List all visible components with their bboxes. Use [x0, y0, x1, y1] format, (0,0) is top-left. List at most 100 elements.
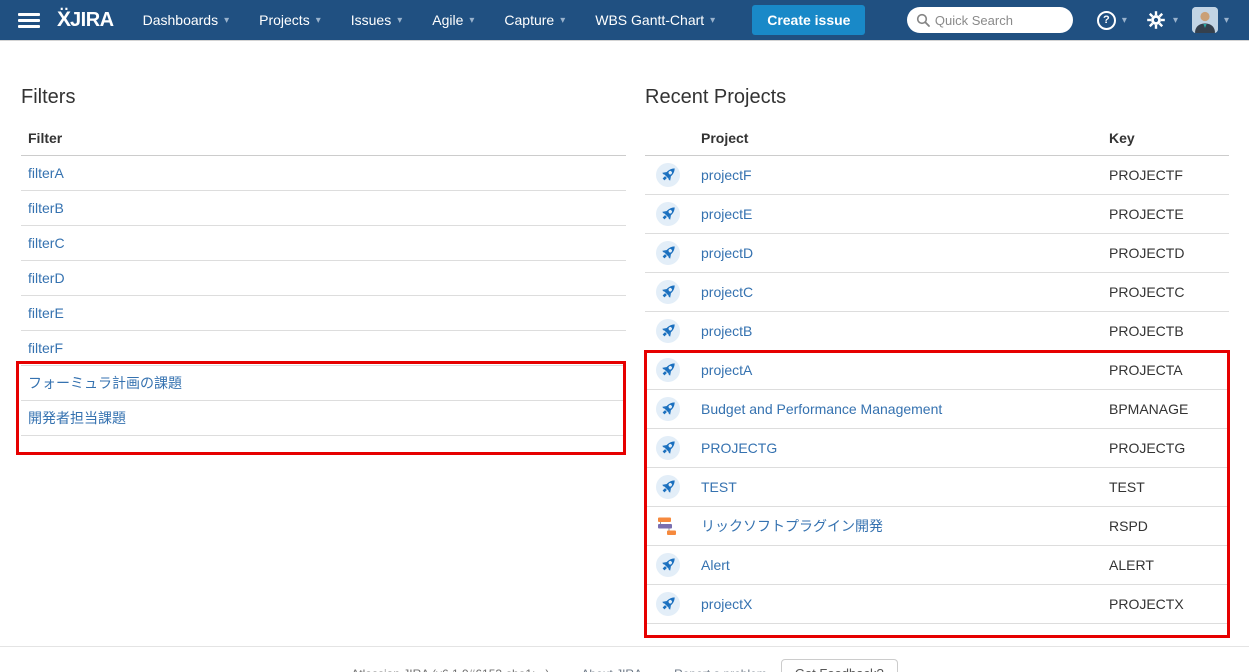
search-icon — [916, 13, 930, 27]
table-row: Budget and Performance Management BPMANA… — [645, 389, 1229, 429]
recent-projects-title: Recent Projects — [645, 86, 787, 108]
table-row: projectF PROJECTF — [645, 155, 1229, 195]
table-row: projectX PROJECTX — [645, 584, 1229, 624]
project-avatar-rocket-icon — [656, 436, 680, 460]
table-row: projectD PROJECTD — [645, 233, 1229, 273]
footer-separator: · — [563, 667, 567, 672]
filter-link[interactable]: filterA — [28, 165, 64, 181]
filter-link[interactable]: filterF — [28, 340, 63, 356]
chevron-down-icon: ▾ — [1121, 14, 1127, 26]
create-issue-button[interactable]: Create issue — [752, 5, 866, 35]
project-link[interactable]: projectD — [701, 245, 753, 261]
chevron-down-icon: ▾ — [1223, 14, 1229, 26]
table-row: PROJECTG PROJECTG — [645, 428, 1229, 468]
project-key: BPMANAGE — [1109, 389, 1229, 429]
menu-dashboards[interactable]: Dashboards ▾ — [128, 0, 245, 40]
chevron-down-icon: ▾ — [397, 14, 403, 26]
filters-column-header: Filter — [21, 126, 626, 156]
project-link[interactable]: projectB — [701, 323, 752, 339]
chevron-down-icon: ▾ — [1172, 14, 1178, 26]
filter-link[interactable]: filterD — [28, 270, 65, 286]
help-icon: ? — [1096, 10, 1116, 30]
project-link[interactable]: projectX — [701, 596, 752, 612]
chevron-down-icon: ▾ — [469, 14, 475, 26]
filters-table: Filter filterA filterB filterC filterD f… — [21, 126, 626, 436]
table-row: filterA — [21, 155, 626, 191]
project-link[interactable]: リックソフトプラグイン開発 — [701, 518, 883, 534]
jira-logo[interactable]: Ẍ JIRA — [57, 8, 114, 32]
project-avatar-rocket-icon — [656, 592, 680, 616]
project-key: ALERT — [1109, 545, 1229, 585]
jira-dashboard-page: Ẍ JIRA Dashboards ▾ Projects ▾ Issues ▾ … — [0, 0, 1249, 672]
menu-projects[interactable]: Projects ▾ — [244, 0, 336, 40]
recent-projects-table: Project Key projectF PROJECTF projectE P… — [645, 126, 1229, 624]
table-row: projectE PROJECTE — [645, 194, 1229, 234]
quick-search-input[interactable] — [906, 7, 1073, 33]
filters-title: Filters — [21, 86, 76, 108]
menu-agile[interactable]: Agile ▾ — [417, 0, 489, 40]
table-row: projectA PROJECTA — [645, 350, 1229, 390]
project-key: PROJECTD — [1109, 233, 1229, 273]
recent-projects-section: Recent Projects Project Key projectF PRO… — [645, 84, 1229, 624]
footer-link-report[interactable]: Report a problem — [674, 667, 767, 672]
filter-link[interactable]: filterB — [28, 200, 64, 216]
settings-menu-button[interactable]: ▾ — [1145, 9, 1178, 31]
filter-link[interactable]: filterE — [28, 305, 64, 321]
project-avatar-gantt-icon — [657, 517, 677, 536]
key-column-header: Key — [1109, 126, 1229, 156]
project-key: PROJECTC — [1109, 272, 1229, 312]
filter-link[interactable]: 開発者担当課題 — [28, 410, 126, 426]
project-avatar-rocket-icon — [656, 397, 680, 421]
jira-logo-text: JIRA — [70, 9, 114, 31]
chevron-down-icon: ▾ — [560, 14, 566, 26]
page-footer: Atlassian JIRA (v6.1.9#6153-sha1:...) · … — [0, 646, 1249, 672]
project-avatar-rocket-icon — [656, 280, 680, 304]
table-row: フォーミュラ計画の課題 — [21, 365, 626, 401]
filters-section: Filters Filter filterA filterB filterC f… — [21, 84, 626, 436]
table-row: filterE — [21, 295, 626, 331]
feedback-button[interactable]: Got Feedback? — [780, 659, 898, 672]
menu-capture[interactable]: Capture ▾ — [489, 0, 580, 40]
project-link[interactable]: PROJECTG — [701, 440, 777, 456]
project-key: PROJECTX — [1109, 584, 1229, 624]
menu-capture-label: Capture — [504, 12, 555, 28]
footer-link-about[interactable]: About JIRA — [581, 667, 642, 672]
table-row: filterF — [21, 330, 626, 366]
project-link[interactable]: projectC — [701, 284, 753, 300]
menu-issues[interactable]: Issues ▾ — [336, 0, 418, 40]
project-avatar-rocket-icon — [656, 553, 680, 577]
gear-icon — [1147, 11, 1165, 29]
project-key: PROJECTA — [1109, 350, 1229, 390]
project-link[interactable]: TEST — [701, 479, 737, 495]
project-key: PROJECTF — [1109, 155, 1229, 195]
filter-link[interactable]: フォーミュラ計画の課題 — [28, 375, 182, 391]
chevron-down-icon: ▾ — [710, 14, 716, 26]
user-avatar — [1191, 7, 1218, 33]
project-link[interactable]: projectE — [701, 206, 752, 222]
table-row: projectB PROJECTB — [645, 311, 1229, 351]
table-row: projectC PROJECTC — [645, 272, 1229, 312]
project-link[interactable]: projectF — [701, 167, 752, 183]
project-link[interactable]: projectA — [701, 362, 752, 378]
projects-column-header: Project — [701, 126, 1109, 156]
project-avatar-rocket-icon — [656, 163, 680, 187]
project-key: PROJECTE — [1109, 194, 1229, 234]
menu-wbs-gantt-chart[interactable]: WBS Gantt-Chart ▾ — [580, 0, 730, 40]
project-link[interactable]: Budget and Performance Management — [701, 401, 942, 417]
jira-version-text: Atlassian JIRA (v6.1.9#6153-sha1:...) — [351, 667, 549, 672]
hamburger-icon[interactable] — [18, 12, 40, 28]
chevron-down-icon: ▾ — [315, 14, 321, 26]
user-menu-button[interactable]: ▾ — [1191, 7, 1229, 33]
filter-link[interactable]: filterC — [28, 235, 65, 251]
table-row: filterC — [21, 225, 626, 261]
footer-separator: · — [656, 667, 660, 672]
main-menu: Dashboards ▾ Projects ▾ Issues ▾ Agile ▾… — [128, 0, 731, 40]
project-avatar-rocket-icon — [656, 475, 680, 499]
project-key: PROJECTG — [1109, 428, 1229, 468]
project-avatar-rocket-icon — [656, 202, 680, 226]
menu-agile-label: Agile — [432, 12, 464, 28]
menu-dashboards-label: Dashboards — [142, 12, 219, 28]
project-link[interactable]: Alert — [701, 557, 730, 573]
top-navbar: Ẍ JIRA Dashboards ▾ Projects ▾ Issues ▾ … — [0, 0, 1249, 41]
help-menu-button[interactable]: ? ▾ — [1096, 10, 1127, 30]
